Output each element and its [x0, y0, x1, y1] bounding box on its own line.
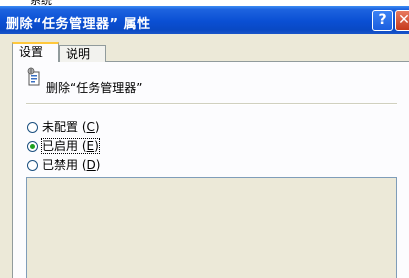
- separator: [26, 103, 397, 105]
- accel-key: D: [86, 158, 96, 172]
- accel-key: E: [86, 139, 95, 153]
- radio-label: 未配置: [42, 120, 79, 134]
- radio-selected-dot: [30, 144, 35, 149]
- policy-setting-icon: [27, 67, 40, 86]
- accel-key: C: [86, 120, 95, 134]
- policy-name: 删除“任务管理器”: [46, 81, 143, 95]
- comment-area[interactable]: [26, 177, 397, 278]
- radio-circle-selected[interactable]: [27, 141, 38, 152]
- dialog-titlebar[interactable]: 删除“任务管理器” 属性 ? ✕: [0, 6, 409, 34]
- radio-label: 已禁用: [42, 158, 79, 172]
- radio-circle[interactable]: [27, 160, 38, 171]
- dialog-title: 删除“任务管理器” 属性: [6, 17, 151, 32]
- radio-circle[interactable]: [27, 122, 38, 133]
- close-button[interactable]: ✕: [395, 10, 409, 31]
- help-button[interactable]: ?: [372, 10, 393, 31]
- radio-label: 已启用: [42, 139, 79, 153]
- tab-explain[interactable]: 说明: [59, 45, 106, 62]
- tab-settings[interactable]: 设置: [12, 42, 59, 62]
